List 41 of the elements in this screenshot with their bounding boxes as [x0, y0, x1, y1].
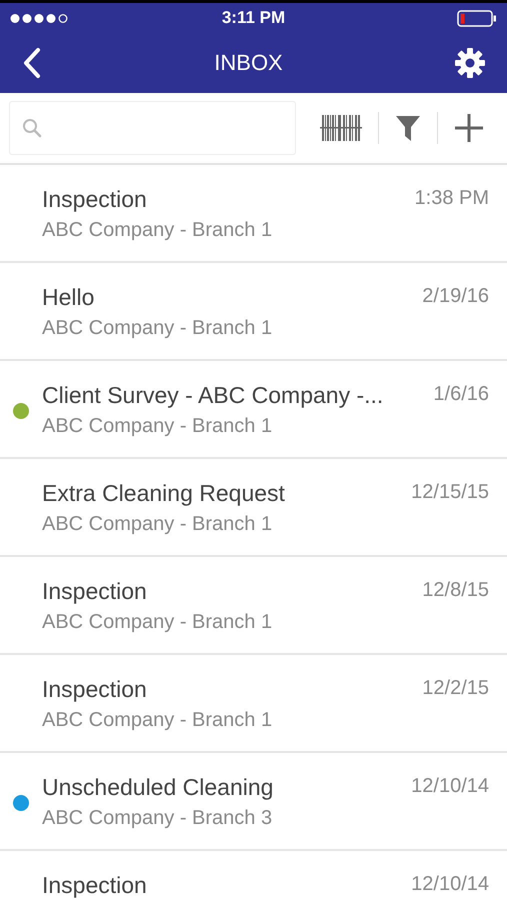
message-title: Inspection: [42, 577, 147, 605]
back-button[interactable]: [22, 47, 42, 79]
message-date: 12/10/14: [410, 774, 490, 798]
add-button[interactable]: [454, 113, 484, 143]
message-title: Inspection: [42, 871, 147, 899]
message-location: ABC Company - Branch 1: [42, 218, 272, 242]
message-location: ABC Company - Branch 1: [42, 708, 272, 732]
message-date: 1/6/16: [432, 382, 490, 406]
message-row[interactable]: Unscheduled Cleaning ABC Company - Branch 3 12/10/14: [0, 753, 507, 851]
message-title: Extra Cleaning Request: [42, 479, 285, 507]
message-date: 12/10/14: [410, 872, 490, 896]
message-date: 12/8/15: [421, 578, 490, 602]
message-row[interactable]: Hello ABC Company - Branch 1 2/19/16: [0, 263, 507, 361]
message-location: ABC Company - Branch 1: [42, 316, 272, 340]
message-location: ABC Company - Branch 1: [42, 512, 272, 536]
message-date: 12/2/15: [421, 676, 490, 700]
search-field[interactable]: [9, 101, 296, 155]
message-location: ABC Company - Branch 1: [42, 610, 272, 634]
message-location: ABC Company - Branch 1: [42, 414, 272, 438]
status-time: 3:11 PM: [222, 8, 286, 28]
search-icon: [22, 118, 42, 138]
message-row[interactable]: Inspection ABC Company - Branch 1 1:38 PM: [0, 165, 507, 263]
message-row[interactable]: Client Survey - ABC Company -... ABC Company - Branch 1 1/6/16: [0, 361, 507, 459]
message-title: Client Survey - ABC Company -...: [42, 381, 384, 409]
battery-icon: [457, 10, 497, 26]
message-title: Unscheduled Cleaning: [42, 773, 274, 801]
message-row[interactable]: Extra Cleaning Request ABC Company - Branch 1 12/15/15: [0, 459, 507, 557]
message-row[interactable]: Inspection ABC Company - Branch 1 12/8/15: [0, 557, 507, 655]
message-date: 12/15/15: [410, 480, 490, 504]
settings-button[interactable]: [455, 48, 485, 78]
screen-title: INBOX: [214, 50, 283, 76]
message-title: Inspection: [42, 675, 147, 703]
filter-button[interactable]: [395, 114, 421, 142]
message-date: 1:38 PM: [414, 186, 490, 210]
message-title: Hello: [42, 283, 94, 311]
message-date: 2/19/16: [421, 284, 490, 308]
message-row[interactable]: Inspection 12/10/14: [0, 851, 507, 900]
message-title: Inspection: [42, 185, 147, 213]
message-row[interactable]: Inspection ABC Company - Branch 1 12/2/15: [0, 655, 507, 753]
barcode-button[interactable]: [320, 114, 362, 142]
message-location: ABC Company - Branch 3: [42, 806, 272, 830]
